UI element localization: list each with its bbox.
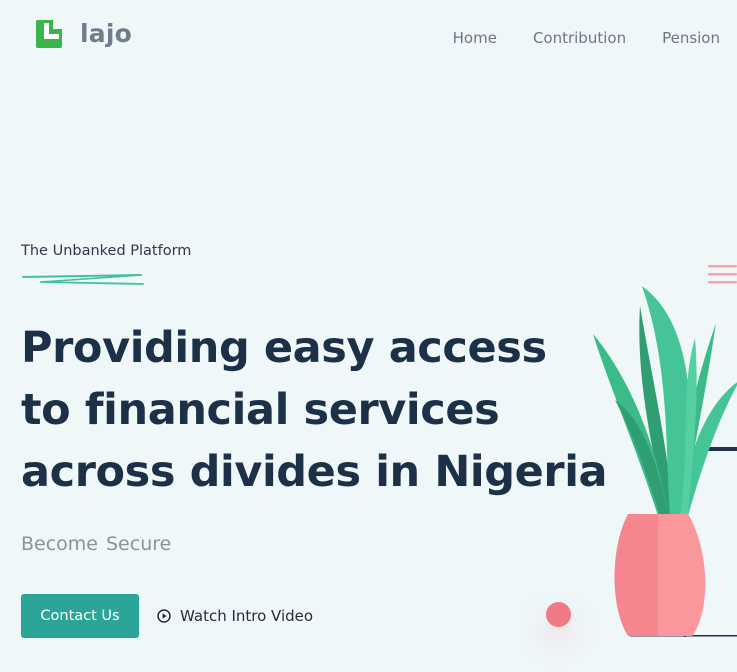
rotating-text: Become Secure — [21, 533, 171, 555]
contact-us-button[interactable]: Contact Us — [21, 594, 139, 638]
nav-pension[interactable]: Pension — [662, 29, 720, 47]
landing-page: lajo Home Contribution Pension The Unban… — [0, 0, 737, 672]
lines-decoration-icon — [708, 265, 737, 284]
rotating-word-2: Secure — [106, 533, 172, 555]
main-nav: Home Contribution Pension — [453, 29, 720, 47]
nav-contribution[interactable]: Contribution — [533, 29, 626, 47]
brand-name: lajo — [80, 19, 132, 48]
headline-line-1: Providing easy access — [21, 323, 547, 373]
nav-home[interactable]: Home — [453, 29, 497, 47]
decorative-dot — [546, 602, 571, 627]
hero-eyebrow: The Unbanked Platform — [21, 243, 192, 259]
hero-headline: Providing easy access to financial servi… — [21, 317, 608, 503]
brand-logo[interactable]: lajo — [36, 19, 132, 48]
headline-line-2: to financial services — [21, 385, 500, 435]
watch-video-label: Watch Intro Video — [180, 607, 314, 625]
scribble-underline-icon — [22, 274, 144, 285]
play-circle-icon — [157, 609, 171, 623]
headline-line-3: across divides in Nigeria — [21, 447, 608, 497]
l-block-logo-icon — [36, 19, 62, 48]
watch-intro-video-link[interactable]: Watch Intro Video — [157, 607, 313, 625]
rotating-word-1: Become — [21, 533, 98, 555]
hero-actions: Contact Us Watch Intro Video — [21, 594, 313, 638]
